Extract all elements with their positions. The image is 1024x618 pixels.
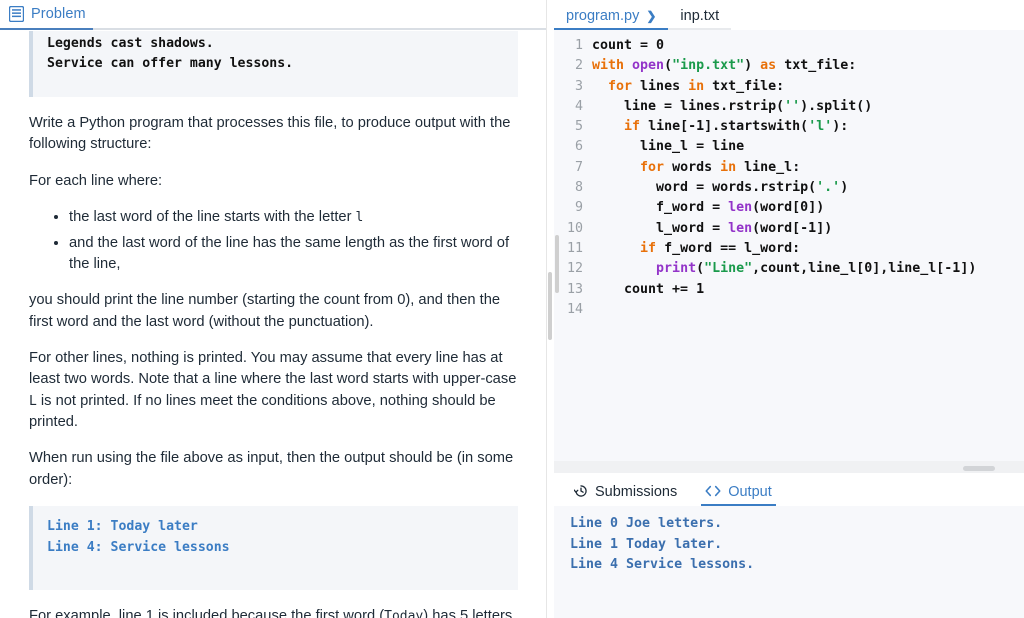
line-number: 12 <box>566 261 583 277</box>
code-line-text: count = 0 <box>592 38 665 53</box>
tab-program-py-label: program.py <box>566 8 640 24</box>
code-line[interactable]: 2 with open("inp.txt") as txt_file: <box>554 56 1024 76</box>
inline-code-uppercase-l: L <box>29 393 37 409</box>
chevron-right-icon: ❯ <box>646 9 657 23</box>
code-line-text: if line[-1].startswith('l'): <box>624 119 849 135</box>
expected-output-codeblock: Line 1: Today later Line 4: Service less… <box>29 506 518 591</box>
editor-vertical-scrollbar-thumb[interactable] <box>555 235 559 293</box>
editor-tab-bar: program.py ❯ inp.txt <box>554 0 1024 30</box>
code-line-text: count += 1 <box>592 281 705 297</box>
problem-panel: Problem Legends cast shadows. Service ca… <box>0 0 546 618</box>
problem-scrollbar-thumb[interactable] <box>4 71 11 191</box>
line-number: 9 <box>574 200 583 216</box>
code-line-text: f_word = len(word[0]) <box>592 200 825 216</box>
code-line-text: with open("inp.txt") as txt_file: <box>592 58 857 74</box>
line-number: 1 <box>574 38 583 53</box>
line-number: 3 <box>574 78 583 94</box>
code-line[interactable]: 4 line = lines.rstrip('').split() <box>554 97 1024 117</box>
line-number: 13 <box>566 281 583 297</box>
inline-code-today: Today <box>384 609 424 618</box>
problem-content: Legends cast shadows. Service can offer … <box>0 31 546 618</box>
editor-bottom-strip <box>554 461 1024 473</box>
conditions-list: the last word of the line starts with th… <box>29 207 518 275</box>
paragraph-expected-output-intro: When run using the file above as input, … <box>29 450 514 488</box>
other-lines-text-b: is not printed. If no lines meet the con… <box>29 392 496 430</box>
code-line-text: line = lines.rstrip('').split() <box>592 98 873 114</box>
code-line-text: for words in line_l: <box>640 159 801 175</box>
tab-submissions-label: Submissions <box>595 484 678 500</box>
paragraph-example: For example, line 1 is included because … <box>29 606 518 618</box>
code-line[interactable]: 10 l_word = len(word[-1]) <box>554 219 1024 239</box>
console-panel: Submissions Output Line 0 Joe letters. L… <box>554 473 1024 618</box>
line-number: 10 <box>566 220 583 236</box>
history-icon <box>573 484 588 500</box>
tab-inp-txt-label: inp.txt <box>680 8 720 24</box>
paragraph-other-lines: For other lines, nothing is printed. You… <box>29 348 518 433</box>
document-list-icon <box>8 5 25 23</box>
code-line[interactable]: 6 line_l = line <box>554 137 1024 157</box>
code-brackets-icon <box>705 485 721 499</box>
code-line-text: word = words.rstrip('.') <box>592 180 849 196</box>
code-line[interactable]: 5 if line[-1].startswith('l'): <box>554 117 1024 137</box>
condition-1-text: the last word of the line starts with th… <box>69 209 356 226</box>
tab-output[interactable]: Output <box>701 484 776 506</box>
output-text: Line 0 Joe letters. Line 1 Today later. … <box>554 506 1024 618</box>
other-lines-text-a: For other lines, nothing is printed. You… <box>29 350 517 388</box>
line-number: 14 <box>566 301 583 317</box>
app-root: Problem Legends cast shadows. Service ca… <box>0 0 1024 618</box>
line-number: 7 <box>574 159 583 175</box>
code-line[interactable]: 7 for words in line_l: <box>554 158 1024 178</box>
code-editor-area[interactable]: 1 count = 0 2 with open("inp.txt") as txt_f… <box>554 30 1024 473</box>
console-tab-bar: Submissions Output <box>554 474 1024 506</box>
problem-tab[interactable]: Problem <box>0 0 93 30</box>
paragraph-intro: Write a Python program that processes th… <box>29 114 511 153</box>
problem-tab-label: Problem <box>31 6 86 22</box>
tab-inp-txt[interactable]: inp.txt <box>668 8 731 30</box>
code-line[interactable]: 3 for lines in txt_file: <box>554 77 1024 97</box>
list-item-condition-1: the last word of the line starts with th… <box>69 207 518 228</box>
panel-splitter-handle[interactable] <box>548 272 552 340</box>
panel-splitter[interactable] <box>546 0 554 618</box>
code-line-text: print("Line",count,line_l[0],line_l[-1]) <box>656 261 977 277</box>
inline-code-lowercase-l: l <box>355 210 364 226</box>
code-line[interactable]: 8 word = words.rstrip('.') <box>554 178 1024 198</box>
code-line-text: line_l = line <box>592 139 745 155</box>
line-number: 6 <box>574 139 583 155</box>
example-text-a: For example, line 1 is included because … <box>29 608 385 618</box>
line-number: 5 <box>574 119 583 135</box>
input-file-preview-codeblock: Legends cast shadows. Service can offer … <box>29 31 518 97</box>
line-number: 11 <box>566 240 583 256</box>
code-line[interactable]: 12 print("Line",count,line_l[0],line_l[-… <box>554 259 1024 279</box>
code-line[interactable]: 14 <box>554 300 1024 320</box>
code-line[interactable]: 1 count = 0 <box>554 36 1024 56</box>
editor-horizontal-scrollbar-thumb[interactable] <box>963 466 995 471</box>
tab-output-label: Output <box>728 484 772 500</box>
code-line[interactable]: 9 f_word = len(word[0]) <box>554 198 1024 218</box>
paragraph-for-each-line: For each line where: <box>29 172 163 189</box>
code-line-text: for lines in txt_file: <box>608 78 785 94</box>
list-item-condition-2: and the last word of the line has the sa… <box>69 233 518 275</box>
code-editor[interactable]: 1 count = 0 2 with open("inp.txt") as txt_f… <box>554 30 1024 320</box>
problem-scrollbar[interactable] <box>2 31 11 618</box>
editor-panel: program.py ❯ inp.txt 1 count = 0 2 with ope… <box>554 0 1024 618</box>
tab-program-py[interactable]: program.py ❯ <box>554 8 669 30</box>
code-line[interactable]: 13 count += 1 <box>554 280 1024 300</box>
code-line[interactable]: 11 if f_word == l_word: <box>554 239 1024 259</box>
paragraph-print-instructions: you should print the line number (starti… <box>29 292 501 330</box>
code-line-text: if f_word == l_word: <box>640 240 801 256</box>
line-number: 8 <box>574 180 583 196</box>
tab-submissions[interactable]: Submissions <box>570 484 681 506</box>
line-number: 2 <box>574 58 583 74</box>
line-number: 4 <box>574 98 583 114</box>
code-line-text: l_word = len(word[-1]) <box>592 220 833 236</box>
